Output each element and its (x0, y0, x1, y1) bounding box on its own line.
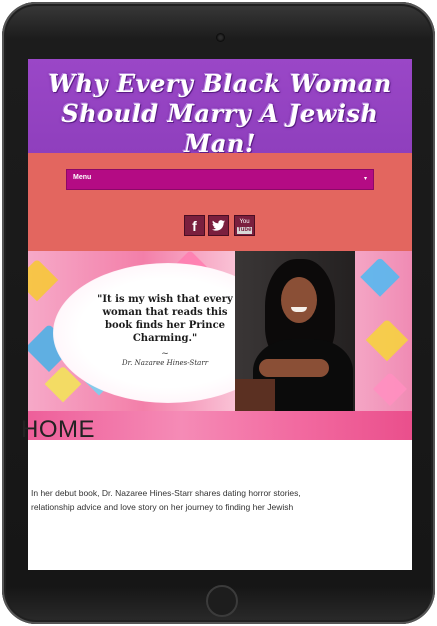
youtube-label-top: You (239, 219, 250, 225)
hero-banner: "It is my wish that every woman that rea… (28, 251, 412, 440)
quote-separator: ~ (161, 349, 169, 359)
heart-shape (365, 318, 409, 362)
youtube-label-bottom: Tube (237, 227, 252, 234)
menu-dropdown[interactable]: Menu ▾ (66, 169, 374, 190)
nav-band: Menu ▾ f You Tube (28, 153, 412, 251)
site-title[interactable]: Why Every Black Woman Should Marry A Jew… (32, 69, 408, 159)
home-button[interactable] (206, 585, 238, 617)
quote-author: Dr. Nazaree Hines-Starr (121, 359, 209, 367)
twitter-icon[interactable] (208, 215, 229, 236)
tablet-frame: Why Every Black Woman Should Marry A Jew… (2, 2, 435, 624)
heart-shape (373, 372, 407, 406)
page-intro-text: In her debut book, Dr. Nazaree Hines-Sta… (31, 488, 301, 512)
heart-shape (360, 257, 400, 297)
heart-shape (28, 258, 59, 302)
facebook-icon[interactable]: f (184, 215, 205, 236)
page-title: HOME (21, 416, 95, 443)
camera-icon (217, 34, 224, 41)
header-banner: Why Every Black Woman Should Marry A Jew… (28, 59, 412, 158)
banner-quote: "It is my wish that every woman that rea… (97, 294, 233, 344)
youtube-icon[interactable]: You Tube (234, 215, 255, 236)
menu-label: Menu (73, 174, 92, 181)
author-photo (235, 251, 355, 411)
chevron-down-icon: ▾ (363, 176, 367, 182)
